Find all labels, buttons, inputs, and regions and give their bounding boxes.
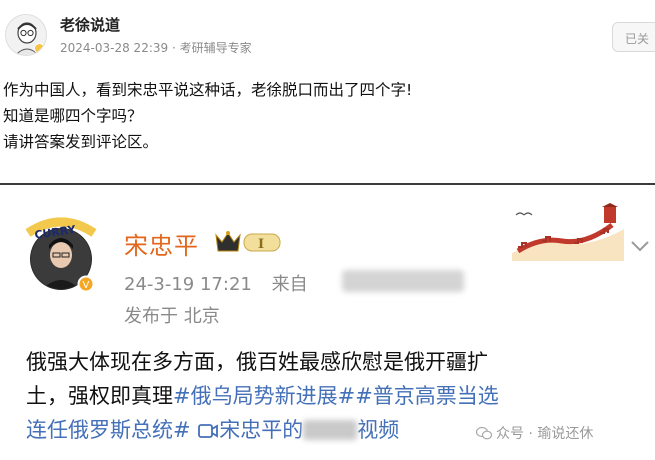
embedded-timestamp: 24-3-19 17:21	[124, 274, 252, 295]
svg-text:V: V	[83, 280, 90, 291]
body-line: 土，强权即真理#俄乌局势新进展##普京高票当选	[26, 379, 655, 413]
post-line: 知道是哪四个字吗？	[3, 107, 143, 125]
post-line: 请讲答案发到评论区。	[3, 133, 159, 151]
body-line: 俄强大体现在多方面，俄百姓最感欣慰是俄开疆扩	[26, 345, 655, 379]
vip-badge-icon	[34, 43, 45, 54]
chevron-down-icon[interactable]	[625, 233, 655, 259]
body-text: 土，强权即真理	[26, 384, 173, 408]
crown-level-icon: I	[214, 229, 284, 255]
blurred-source	[342, 270, 464, 292]
great-wall-decoration-icon	[512, 203, 624, 261]
post-header: 老徐说道 2024-03-28 22:39 · 考研辅导专家 已关	[0, 0, 655, 66]
follow-button[interactable]: 已关	[612, 22, 655, 52]
blurred-video-title	[303, 420, 358, 440]
video-link-suffix: 视频	[357, 418, 400, 442]
video-camera-icon	[198, 424, 219, 438]
video-link[interactable]: 宋忠平的 视频	[197, 418, 399, 442]
embedded-author-name[interactable]: 宋忠平	[124, 226, 199, 261]
post-timestamp: 2024-03-28 22:39	[60, 41, 169, 55]
wechat-watermark: 众号 · 瑜说还休	[476, 423, 593, 443]
post-text: 作为中国人，看到宋忠平说这种话，老徐脱口而出了四个字! 知道是哪四个字吗？ 请讲…	[3, 77, 648, 155]
post-line: 作为中国人，看到宋忠平说这种话，老徐脱口而出了四个字!	[3, 81, 413, 99]
meta-separator: ·	[171, 41, 180, 55]
post-meta: 2024-03-28 22:39 · 考研辅导专家	[60, 39, 252, 56]
level-label: I	[258, 237, 264, 252]
author-avatar[interactable]	[5, 14, 47, 56]
watermark-text: 众号 · 瑜说还休	[496, 426, 594, 442]
wechat-watermark-icon	[476, 426, 492, 440]
embedded-source-prefix: 来自	[271, 274, 308, 295]
embedded-post-time: 24-3-19 17:21 来自	[124, 270, 308, 296]
post-author-name[interactable]: 老徐说道	[60, 14, 120, 35]
embedded-location: 发布于 北京	[124, 306, 220, 327]
hashtag-link[interactable]: #俄乌局势新进展##普京高票当选	[173, 384, 499, 408]
body-text: 俄强大体现在多方面，俄百姓最感欣慰是俄开疆扩	[26, 350, 488, 374]
video-link-prefix: 宋忠平的	[219, 418, 304, 442]
hashtag-link[interactable]: 连任俄罗斯总统#	[26, 418, 191, 442]
embedded-author-avatar[interactable]: CURRY V	[24, 213, 99, 293]
author-role-tag: 考研辅导专家	[179, 41, 252, 55]
